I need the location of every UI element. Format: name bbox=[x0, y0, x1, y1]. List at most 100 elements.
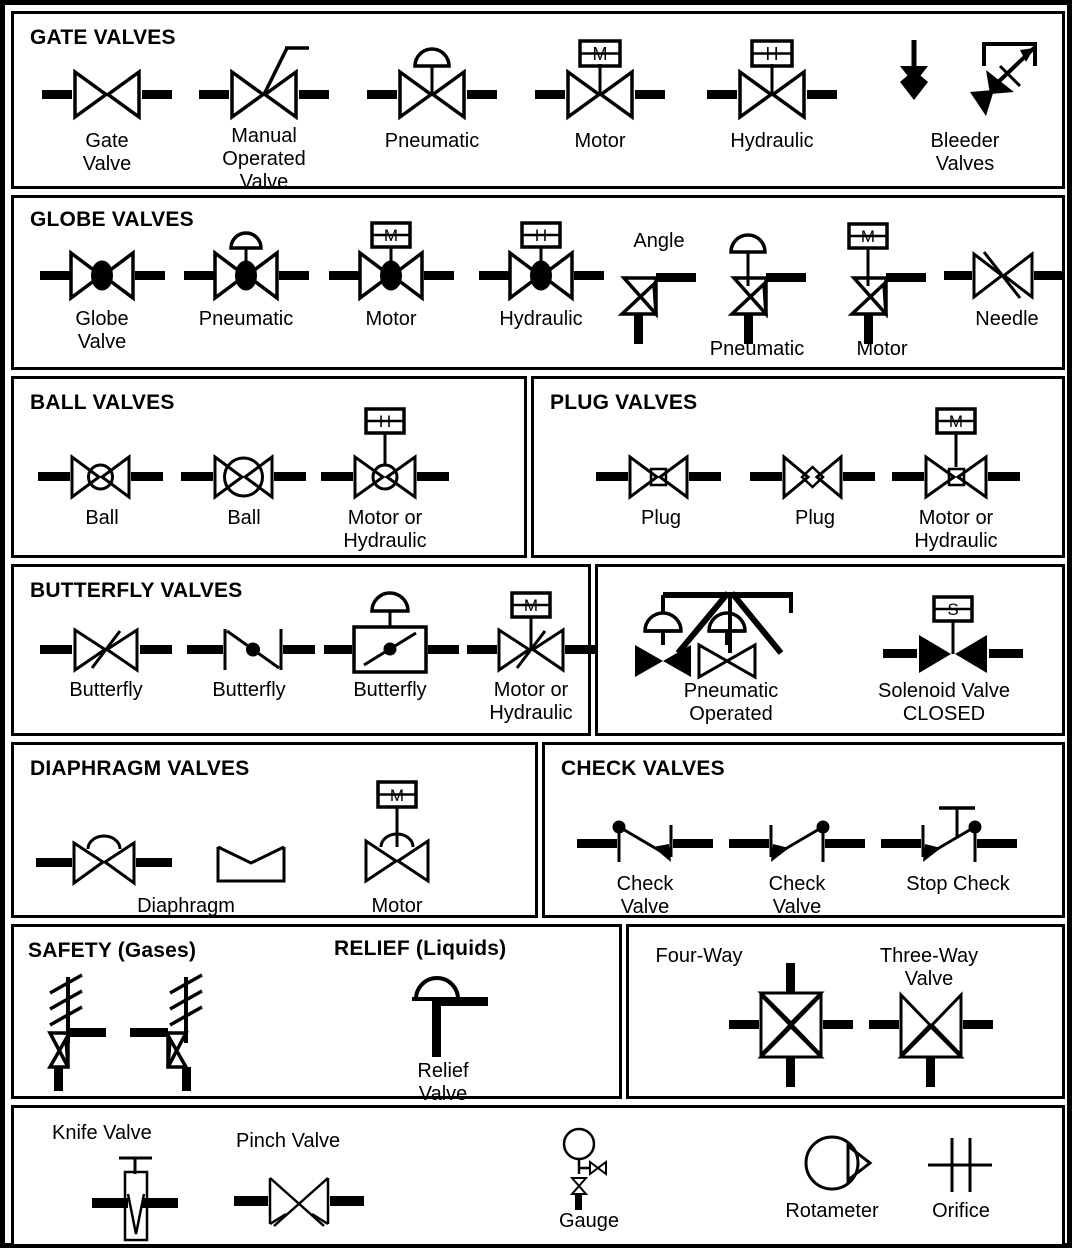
symbol-check-valve-1 bbox=[577, 817, 713, 867]
symbol-manual-operated-valve bbox=[199, 44, 329, 124]
label-needle-valve: Needle bbox=[975, 308, 1039, 330]
symbol-relief-valve bbox=[402, 967, 502, 1059]
label-solenoid-valve-closed: Solenoid Valve CLOSED bbox=[878, 680, 1010, 725]
symbol-pinch-valve bbox=[234, 1170, 364, 1232]
symbol-plug-2 bbox=[750, 451, 875, 503]
symbol-gauge bbox=[544, 1126, 634, 1216]
panel-safety-relief: SAFETY (Gases) RELIEF (Liquids) Relief V… bbox=[11, 924, 622, 1105]
symbol-gate-hydraulic: H bbox=[707, 38, 837, 124]
label-three-way-valve: Three-Way Valve bbox=[879, 945, 979, 990]
symbol-globe-hydraulic: H bbox=[479, 220, 604, 304]
panel-butterfly-valves: BUTTERFLY VALVES Butterfly Butterfly But… bbox=[11, 564, 595, 736]
label-gauge: Gauge bbox=[558, 1210, 620, 1232]
symbol-safety-valve-right bbox=[124, 971, 234, 1091]
label-knife-valve: Knife Valve bbox=[52, 1122, 152, 1144]
actuator-letter-motor: M bbox=[949, 412, 963, 431]
label-manual-operated-valve: Manual Operated Valve bbox=[222, 125, 306, 193]
section-title-plug: PLUG VALVES bbox=[550, 391, 698, 414]
label-angle-pneumatic: Pneumatic bbox=[709, 338, 805, 360]
label-plug-motor-hydraulic: Motor or Hydraulic bbox=[914, 507, 998, 552]
section-title-gate: GATE VALVES bbox=[30, 26, 176, 49]
label-check-valve-2: Check Valve bbox=[768, 873, 826, 918]
label-globe-hydraulic: Hydraulic bbox=[499, 308, 583, 330]
symbol-globe-valve bbox=[40, 248, 165, 304]
symbol-needle-valve bbox=[944, 248, 1062, 304]
symbol-plug-motor-hydraulic: M bbox=[892, 405, 1020, 503]
actuator-letter-hydraulic: H bbox=[535, 226, 547, 245]
label-diaphragm-motor: Motor bbox=[371, 895, 423, 917]
actuator-letter-motor: M bbox=[861, 227, 875, 246]
symbol-ball-motor-hydraulic: H bbox=[321, 405, 449, 503]
symbol-butterfly-2 bbox=[187, 625, 315, 675]
section-title-butterfly: BUTTERFLY VALVES bbox=[30, 579, 243, 602]
symbol-angle-motor: M bbox=[834, 220, 944, 344]
symbol-globe-motor: M bbox=[329, 220, 454, 304]
symbol-gate-valve bbox=[42, 66, 172, 124]
label-butterfly-2: Butterfly bbox=[212, 679, 286, 701]
symbol-butterfly-1 bbox=[40, 625, 172, 675]
symbol-plug-1 bbox=[596, 451, 721, 503]
label-pneumatic-operated: Pneumatic Operated bbox=[683, 680, 779, 725]
label-ball-motor-hydraulic: Motor or Hydraulic bbox=[343, 507, 427, 552]
symbol-bleeder-valves bbox=[874, 36, 1054, 128]
section-title-diaphragm: DIAPHRAGM VALVES bbox=[30, 757, 250, 780]
label-butterfly-motor-hydraulic: Motor or Hydraulic bbox=[489, 679, 573, 724]
label-globe-valve: Globe Valve bbox=[75, 308, 129, 353]
valve-symbols-chart: GATE VALVES Gate Valve Manual Operated V… bbox=[0, 0, 1072, 1248]
label-angle-valve: Angle bbox=[633, 230, 685, 252]
symbol-solenoid-valve-closed: S bbox=[883, 593, 1023, 679]
label-globe-motor: Motor bbox=[365, 308, 417, 330]
symbol-butterfly-3 bbox=[324, 589, 459, 675]
label-check-valve-1: Check Valve bbox=[616, 873, 674, 918]
symbol-ball-1 bbox=[38, 451, 163, 503]
actuator-letter-motor: M bbox=[593, 44, 608, 64]
section-title-globe: GLOBE VALVES bbox=[30, 208, 194, 231]
section-title-check: CHECK VALVES bbox=[561, 757, 725, 780]
label-globe-pneumatic: Pneumatic bbox=[198, 308, 294, 330]
panel-ball-valves: BALL VALVES Ball Ball H Motor or Hydraul… bbox=[11, 376, 527, 558]
label-plug-2: Plug bbox=[794, 507, 836, 529]
symbol-angle-pneumatic bbox=[714, 226, 824, 344]
symbol-diaphragm-body bbox=[214, 841, 288, 885]
actuator-letter-motor: M bbox=[384, 226, 398, 245]
actuator-letter-motor: M bbox=[390, 786, 404, 805]
label-relief-valve: Relief Valve bbox=[417, 1060, 469, 1105]
label-gate-hydraulic: Hydraulic bbox=[730, 130, 814, 152]
label-butterfly-1: Butterfly bbox=[69, 679, 143, 701]
label-gate-motor: Motor bbox=[574, 130, 626, 152]
panel-diaphragm-valves: DIAPHRAGM VALVES Diaphragm M Motor bbox=[11, 742, 538, 918]
panel-globe-valves: GLOBE VALVES Globe Valve Pneumatic M Mot… bbox=[11, 195, 1065, 370]
actuator-letter-solenoid: S bbox=[947, 600, 958, 619]
symbol-three-way-valve bbox=[869, 987, 993, 1087]
symbol-knife-valve bbox=[72, 1150, 192, 1245]
symbol-orifice bbox=[922, 1134, 1002, 1196]
section-title-relief: RELIEF (Liquids) bbox=[334, 937, 507, 960]
symbol-diaphragm-motor: M bbox=[336, 777, 460, 885]
panel-check-valves: CHECK VALVES Check Valve Check Valve Sto… bbox=[542, 742, 1065, 918]
label-ball-1: Ball bbox=[85, 507, 119, 529]
symbol-butterfly-motor-hydraulic: M bbox=[467, 589, 595, 675]
symbol-globe-pneumatic bbox=[184, 228, 309, 304]
panel-pneumatic-solenoid: Pneumatic Operated S Solenoid Valve CLOS… bbox=[595, 564, 1065, 736]
symbol-gate-motor: M bbox=[535, 38, 665, 124]
section-title-ball: BALL VALVES bbox=[30, 391, 175, 414]
panel-gate-valves: GATE VALVES Gate Valve Manual Operated V… bbox=[11, 11, 1065, 193]
symbol-four-way-valve bbox=[729, 963, 853, 1087]
actuator-letter-hydraulic: H bbox=[766, 44, 779, 64]
panel-misc-symbols: Knife Valve Pinch Valve Gauge Rotameter … bbox=[11, 1105, 1065, 1247]
label-diaphragm-valve: Diaphragm bbox=[137, 895, 235, 917]
panel-multiway-valves: Four-Way Three-Way Valve bbox=[626, 924, 1065, 1099]
label-bleeder-valves: Bleeder Valves bbox=[930, 130, 1000, 175]
symbol-angle-valve bbox=[614, 256, 714, 344]
label-rotameter: Rotameter bbox=[785, 1200, 879, 1222]
symbol-stop-check bbox=[881, 803, 1017, 867]
label-orifice: Orifice bbox=[932, 1200, 990, 1222]
label-butterfly-3: Butterfly bbox=[353, 679, 427, 701]
label-gate-pneumatic: Pneumatic bbox=[384, 130, 480, 152]
label-angle-motor: Motor bbox=[856, 338, 908, 360]
label-ball-2: Ball bbox=[227, 507, 261, 529]
symbol-check-valve-2 bbox=[729, 817, 865, 867]
section-title-safety: SAFETY (Gases) bbox=[28, 939, 197, 962]
symbol-pneumatic-operated bbox=[623, 579, 838, 680]
label-gate-valve: Gate Valve bbox=[82, 130, 132, 175]
